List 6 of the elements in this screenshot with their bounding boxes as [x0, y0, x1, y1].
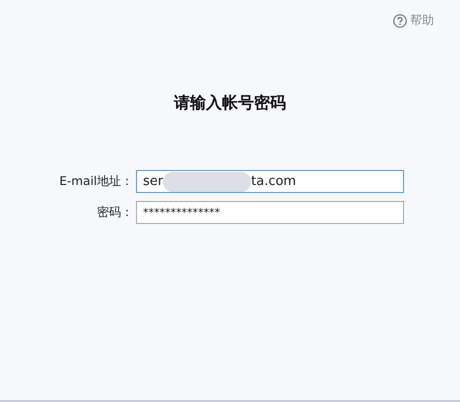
help-icon [393, 14, 407, 28]
field-label: E-mail地址： [58, 173, 133, 190]
password-field[interactable]: ************** [136, 201, 404, 224]
field-label: 密码： [96, 204, 133, 221]
email-field[interactable]: ser ta.com [136, 170, 404, 193]
page-title: 请输入帐号密码 [172, 93, 287, 114]
